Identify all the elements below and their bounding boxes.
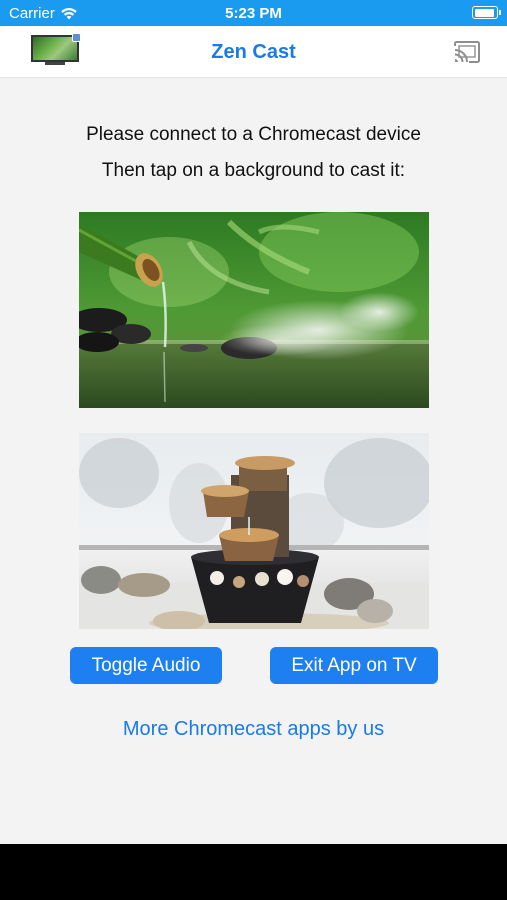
- tabletop-fountain-window-image: [79, 433, 429, 629]
- chromecast-icon[interactable]: [452, 40, 482, 64]
- battery-icon: [472, 6, 501, 19]
- background-tabletop-fountain[interactable]: [79, 433, 429, 629]
- navigation-bar: Zen Cast: [0, 26, 507, 78]
- instruction-line-2: Then tap on a background to cast it:: [101, 160, 406, 181]
- main-content: Please connect to a Chromecast device Th…: [0, 78, 507, 844]
- exit-app-on-tv-button[interactable]: Exit App on TV: [270, 647, 438, 684]
- instruction-line-1: Please connect to a Chromecast device: [86, 124, 421, 145]
- bamboo-water-fountain-image: [79, 212, 429, 408]
- toggle-audio-button[interactable]: Toggle Audio: [70, 647, 222, 684]
- background-bamboo-fountain[interactable]: [79, 212, 429, 408]
- status-bar: Carrier 5:23 PM: [0, 0, 507, 26]
- bottom-black-bar: [0, 844, 507, 900]
- more-chromecast-apps-link[interactable]: More Chromecast apps by us: [0, 718, 507, 741]
- status-time: 5:23 PM: [225, 5, 282, 22]
- app-title: Zen Cast: [211, 41, 296, 63]
